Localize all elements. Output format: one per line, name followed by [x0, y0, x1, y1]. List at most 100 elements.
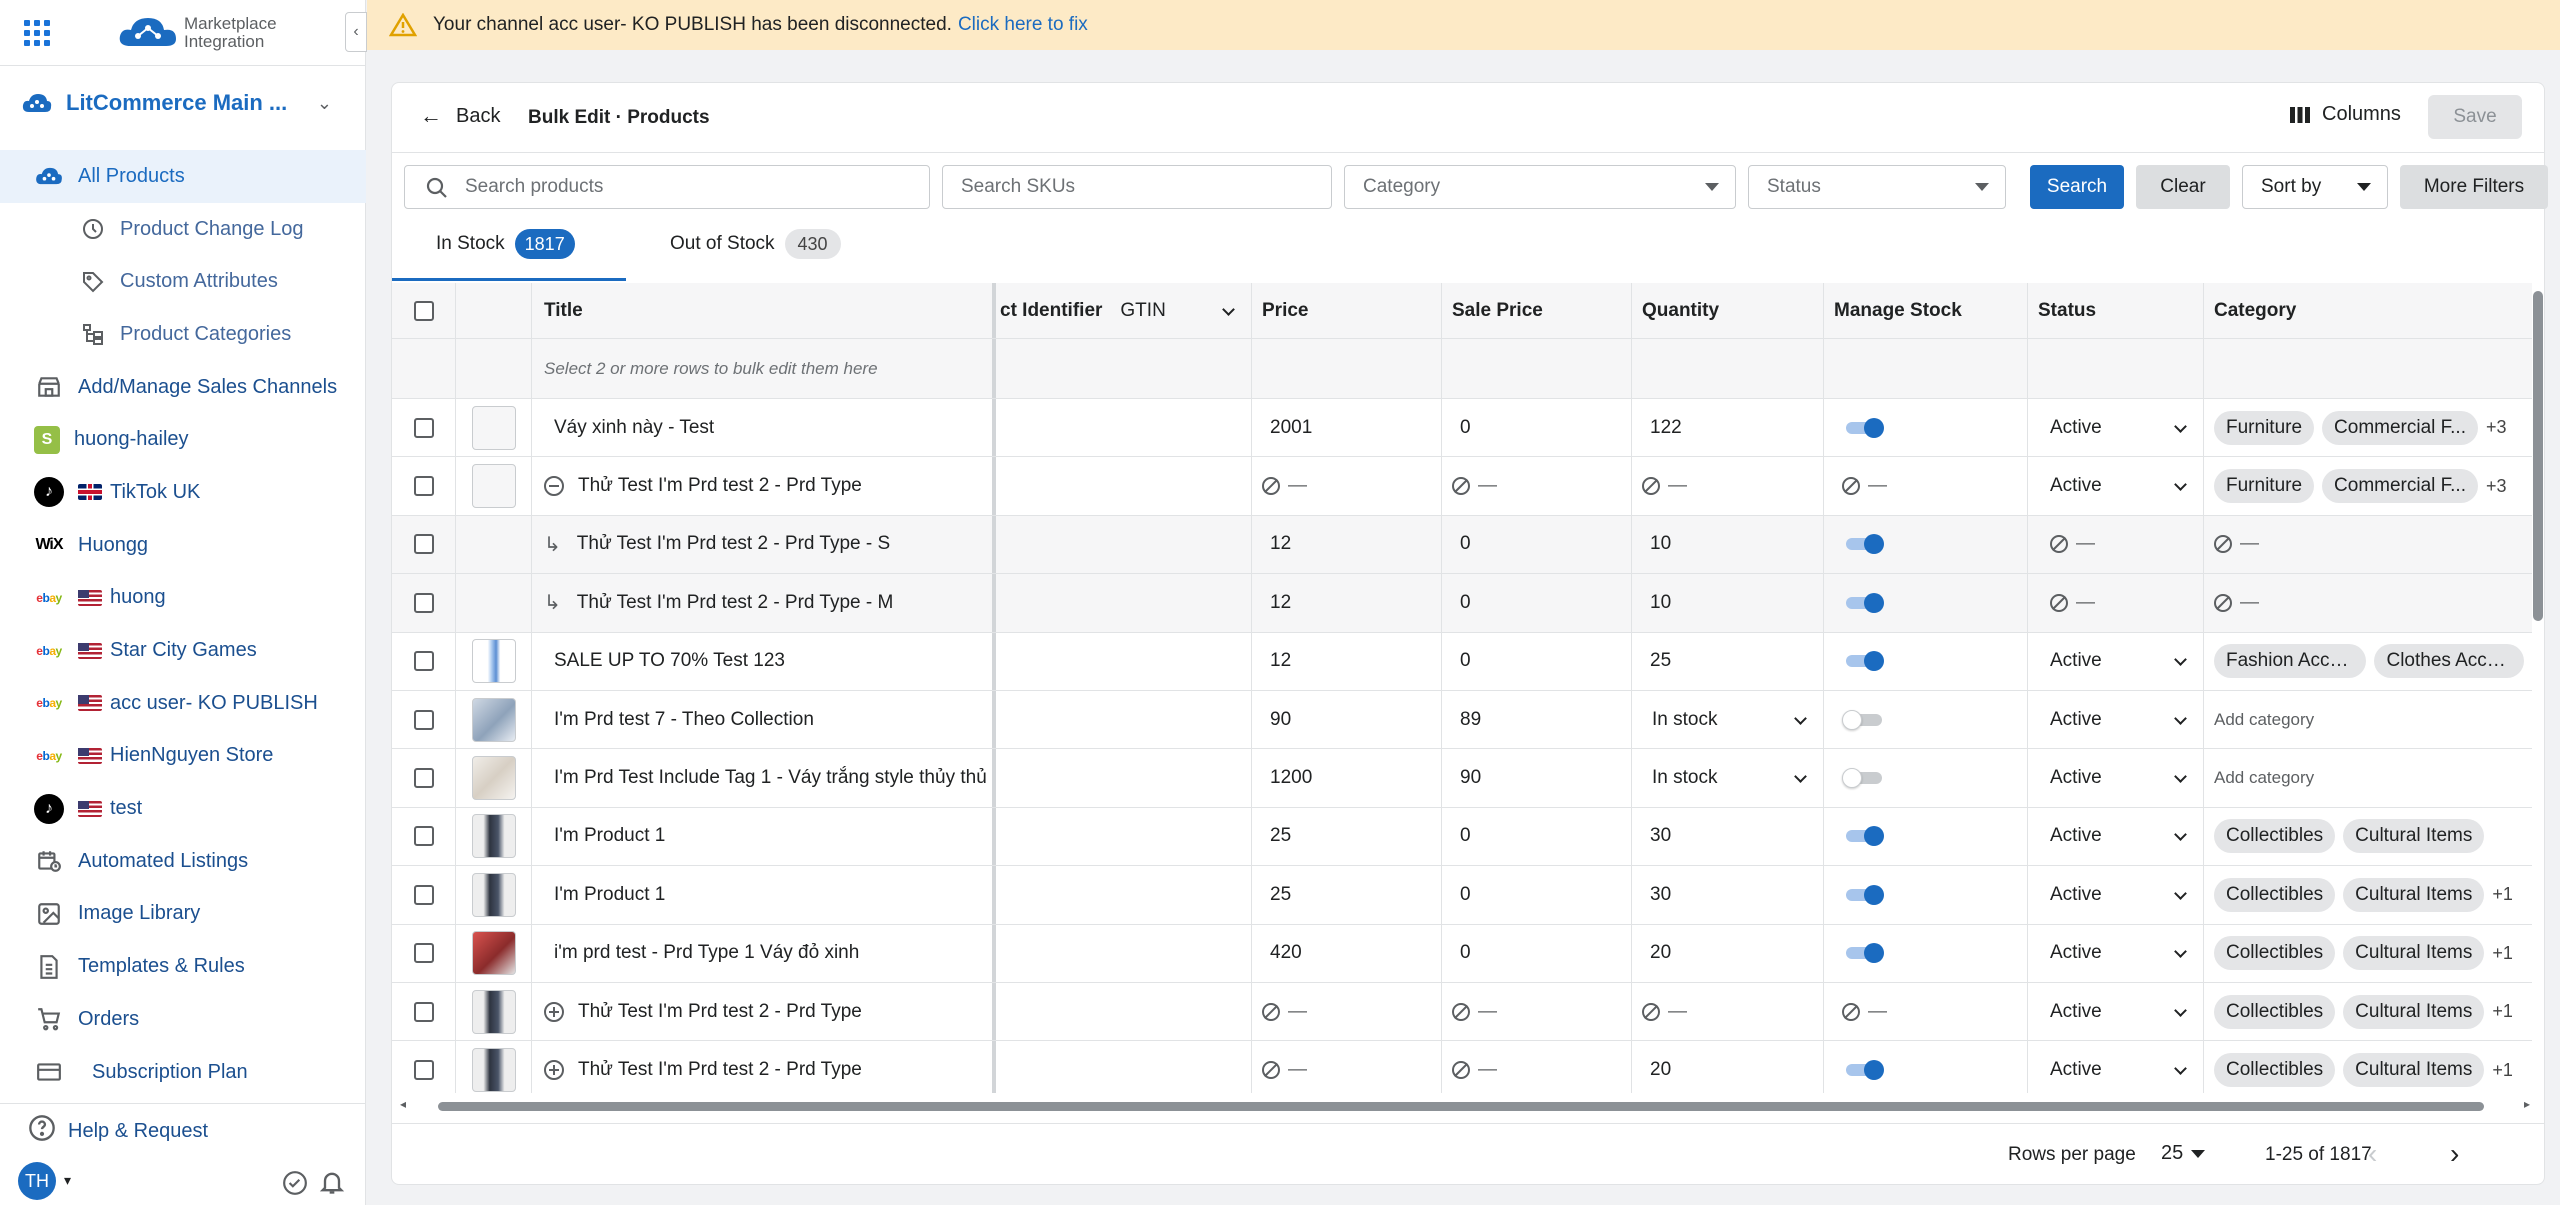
table-row[interactable]: i'm prd test - Prd Type 1 Váy đỏ xinh 420…	[392, 924, 2532, 983]
qty-cell[interactable]: 122	[1632, 399, 1824, 457]
row-checkbox[interactable]	[413, 1001, 434, 1022]
qty-cell[interactable]: 25	[1632, 632, 1824, 690]
table-row[interactable]: Thử Test I'm Prd test 2 - Prd Type — — 20 Ac…	[392, 1041, 2532, 1093]
product-thumbnail[interactable]	[471, 989, 516, 1034]
status-cell[interactable]: Active	[2028, 807, 2204, 866]
chevron-down-icon[interactable]	[1222, 302, 1235, 316]
sale-cell[interactable]: —	[1442, 983, 1632, 1041]
status-select[interactable]: Status	[1748, 165, 2006, 209]
columns-button[interactable]: Columns	[2290, 103, 2401, 126]
category-header[interactable]: Category	[2204, 283, 2532, 338]
more-categories-count[interactable]: +1	[2492, 1060, 2513, 1081]
more-categories-count[interactable]: +1	[2492, 943, 2513, 964]
identifier-cell[interactable]	[996, 924, 1252, 982]
banner-fix-link[interactable]: Click here to fix	[958, 14, 1088, 36]
sale-cell[interactable]: 0	[1442, 924, 1632, 982]
title-cell[interactable]: i'm prd test - Prd Type 1 Váy đỏ xinh	[532, 924, 996, 982]
sidebar-item-templates-rules[interactable]: Templates & Rules	[0, 940, 366, 993]
title-cell[interactable]: I'm Product 1	[532, 807, 996, 866]
table-row[interactable]: Váy xinh này - Test 2001 0 122 Active Furnitu…	[392, 399, 2532, 458]
expand-icon[interactable]	[544, 1060, 564, 1081]
add-category-link[interactable]: Add category	[2214, 768, 2314, 788]
sale-cell[interactable]: —	[1442, 457, 1632, 515]
sidebar-item-channel-hiennguyen-store[interactable]: ebay HienNguyen Store	[0, 730, 366, 783]
add-category-link[interactable]: Add category	[2214, 710, 2314, 730]
price-cell[interactable]: —	[1252, 983, 1442, 1041]
category-chip[interactable]: Fashion Acces...	[2214, 644, 2367, 679]
table-row[interactable]: I'm Product 1 25 0 30 Active Collectibles Cult…	[392, 866, 2532, 925]
identifier-cell[interactable]	[996, 866, 1252, 924]
price-cell[interactable]: 2001	[1252, 399, 1442, 457]
price-cell[interactable]: 25	[1252, 866, 1442, 924]
sale-cell[interactable]: 0	[1442, 515, 1632, 574]
row-checkbox[interactable]	[413, 417, 434, 438]
app-grid-icon[interactable]	[24, 20, 50, 46]
row-checkbox[interactable]	[413, 651, 434, 672]
table-row[interactable]: I'm Product 1 25 0 30 Active Collectibles Cult…	[392, 807, 2532, 867]
status-cell[interactable]: Active	[2028, 632, 2204, 690]
category-chip[interactable]: Furniture	[2214, 410, 2315, 445]
status-cell[interactable]: —	[2028, 515, 2204, 574]
sidebar-item-custom-attributes[interactable]: Custom Attributes	[0, 255, 366, 308]
qty-cell[interactable]: —	[1632, 457, 1824, 515]
cats-cell[interactable]: Furniture Commercial F... +3	[2204, 399, 2532, 456]
product-thumbnail[interactable]	[471, 464, 516, 509]
qty-cell[interactable]: —	[1632, 983, 1824, 1041]
rows-per-page-select[interactable]: 25	[2161, 1142, 2206, 1165]
more-categories-count[interactable]: +1	[2492, 884, 2513, 905]
manage-stock-toggle[interactable]	[1842, 826, 1886, 847]
status-cell[interactable]: Active	[2028, 691, 2204, 749]
row-checkbox[interactable]	[413, 943, 434, 964]
category-chip[interactable]: Collectibles	[2214, 936, 2336, 971]
cats-cell[interactable]: Collectibles Cultural Items +1	[2204, 866, 2532, 923]
price-cell[interactable]: 1200	[1252, 749, 1442, 807]
category-chip[interactable]: Collectibles	[2214, 994, 2336, 1029]
stock-cell[interactable]: —	[1824, 457, 2028, 515]
status-cell[interactable]: Active	[2028, 399, 2204, 457]
row-checkbox[interactable]	[413, 592, 434, 613]
category-chip[interactable]: Cultural Items	[2343, 877, 2485, 912]
tab-in-stock[interactable]: In Stock 1817	[436, 223, 575, 265]
product-thumbnail[interactable]	[471, 872, 516, 917]
product-thumbnail[interactable]	[471, 405, 516, 450]
scroll-left-icon[interactable]: ◂	[400, 1097, 406, 1111]
price-cell[interactable]: 12	[1252, 632, 1442, 690]
status-cell[interactable]: —	[2028, 574, 2204, 632]
cats-cell[interactable]: Furniture Commercial F... +3	[2204, 457, 2532, 514]
chevron-left-icon[interactable]: ‹	[2368, 1138, 2377, 1170]
sidebar-item-channel-huong[interactable]: ebay huong	[0, 572, 366, 625]
manage-stock-toggle[interactable]	[1842, 651, 1886, 672]
stock-cell[interactable]	[1824, 691, 2028, 749]
product-thumbnail[interactable]	[471, 756, 516, 801]
stock-cell[interactable]	[1824, 632, 2028, 690]
category-chip[interactable]: Cultural Items	[2343, 1053, 2485, 1088]
price-cell[interactable]: 90	[1252, 691, 1442, 749]
price-cell[interactable]: 420	[1252, 924, 1442, 982]
title-cell[interactable]: Thử Test I'm Prd test 2 - Prd Type	[532, 457, 996, 515]
qty-cell[interactable]: 20	[1632, 1041, 1824, 1093]
status-cell[interactable]: Active	[2028, 983, 2204, 1041]
vertical-scrollbar[interactable]	[2533, 291, 2543, 621]
category-chip[interactable]: Cultural Items	[2343, 994, 2485, 1029]
status-cell[interactable]: Active	[2028, 1041, 2204, 1093]
help-request-link[interactable]: Help & Request	[28, 1114, 208, 1148]
save-button[interactable]: Save	[2428, 95, 2522, 139]
scroll-right-icon[interactable]: ▸	[2524, 1097, 2530, 1111]
sale-cell[interactable]: 0	[1442, 807, 1632, 866]
title-cell[interactable]: I'm Product 1	[532, 866, 996, 924]
stock-cell[interactable]	[1824, 574, 2028, 632]
manage-stock-toggle[interactable]	[1842, 1060, 1886, 1081]
check-circle-icon[interactable]	[282, 1170, 308, 1196]
manage-stock-toggle[interactable]	[1842, 709, 1886, 730]
more-categories-count[interactable]: +3	[2486, 476, 2507, 497]
bell-icon[interactable]	[318, 1168, 346, 1196]
price-cell[interactable]: 12	[1252, 574, 1442, 632]
product-thumbnail[interactable]	[471, 1048, 516, 1093]
sale-price-header[interactable]: Sale Price	[1442, 283, 1632, 338]
stock-cell[interactable]: —	[1824, 983, 2028, 1041]
price-cell[interactable]: 25	[1252, 807, 1442, 866]
title-cell[interactable]: I'm Prd test 7 - Theo Collection	[532, 691, 996, 749]
cats-cell[interactable]: Add category	[2204, 691, 2532, 748]
row-checkbox[interactable]	[413, 534, 434, 555]
row-checkbox[interactable]	[413, 826, 434, 847]
